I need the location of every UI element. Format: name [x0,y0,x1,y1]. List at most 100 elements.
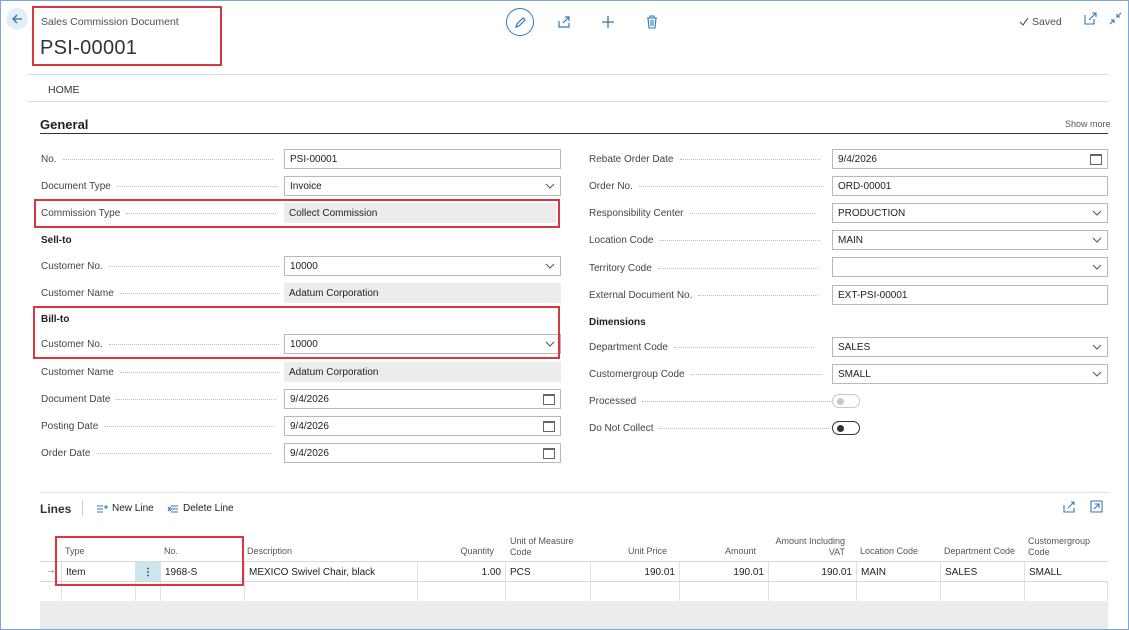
field-label-order-date: Order Date [41,448,272,459]
share-button[interactable] [550,8,578,36]
expand-icon[interactable] [1090,500,1103,513]
check-icon [1019,17,1029,26]
do-not-collect-toggle[interactable] [832,421,860,435]
location-code-select[interactable]: MAIN [832,230,1108,250]
lines-title: Lines [40,502,72,516]
col-location-code[interactable]: Location Code [860,546,918,557]
col-uom-line1: Unit of Measure [510,536,574,546]
field-label-sell-customer-name: Customer Name [41,288,280,299]
order-date-value: 9/4/2026 [290,447,329,459]
window-controls [1084,12,1122,25]
cell-description[interactable]: MEXICO Swivel Chair, black [244,562,417,582]
document-type-select[interactable]: Invoice [284,176,561,196]
calendar-icon[interactable] [543,393,555,405]
empty-cell[interactable] [417,582,505,602]
open-new-window-icon[interactable] [1084,12,1097,25]
col-unit-price[interactable]: Unit Price [595,546,667,557]
field-label-document-date: Document Date [41,394,277,405]
calendar-icon[interactable] [543,447,555,459]
dimensions-heading: Dimensions [589,317,646,328]
cell-department-code[interactable]: SALES [940,562,1024,582]
order-no-field[interactable]: ORD-00001 [832,176,1108,196]
document-date-field[interactable]: 9/4/2026 [284,389,561,409]
rebate-order-date-field[interactable]: 9/4/2026 [832,149,1108,169]
field-label-location-code: Location Code [589,235,820,246]
delete-line-icon [167,504,178,513]
field-label-do-not-collect: Do Not Collect [589,423,830,434]
empty-cell[interactable] [590,582,679,602]
cell-unit-price[interactable]: 190.01 [590,562,679,582]
section-title-general: General [40,117,89,132]
col-department-code[interactable]: Department Code [944,546,1015,557]
section-divider [40,133,1108,134]
chevron-down-icon [1092,371,1102,377]
cell-location-code[interactable]: MAIN [856,562,940,582]
empty-cell[interactable] [940,582,1024,602]
highlight-box-title [32,6,222,66]
cell-amount[interactable]: 190.01 [679,562,768,582]
cell-amount-incl-vat[interactable]: 190.01 [768,562,856,582]
customergroup-code-select[interactable]: SMALL [832,364,1108,384]
col-description[interactable]: Description [247,546,292,557]
share-icon[interactable] [1063,500,1076,513]
sell-to-customer-name-field: Adatum Corporation [284,283,561,303]
posting-date-field[interactable]: 9/4/2026 [284,416,561,436]
delete-line-button[interactable]: Delete Line [167,503,234,514]
location-code-value: MAIN [838,234,863,246]
back-button[interactable] [6,8,28,30]
territory-code-select[interactable] [832,257,1108,277]
new-line-label: New Line [112,503,154,514]
chevron-down-icon [1092,210,1102,216]
customergroup-code-value: SMALL [838,368,871,380]
no-value: PSI-00001 [290,153,338,165]
col-amount-incl-vat-line2: VAT [828,547,845,557]
col-amount-incl-vat-line1: Amount Including [775,536,845,546]
empty-cell[interactable] [856,582,940,602]
chevron-down-icon [545,183,555,189]
calendar-icon[interactable] [1090,153,1102,165]
empty-cell[interactable] [1024,582,1108,602]
responsibility-center-value: PRODUCTION [838,207,906,219]
header-divider [28,74,1109,75]
new-button[interactable] [594,8,622,36]
bill-to-customer-name-field: Adatum Corporation [284,362,561,382]
external-document-no-field[interactable]: EXT-PSI-00001 [832,285,1108,305]
field-label-sell-customer-no: Customer No. [41,261,279,272]
field-label-order-no: Order No. [589,181,824,192]
collapse-icon[interactable] [1109,12,1122,25]
responsibility-center-select[interactable]: PRODUCTION [832,203,1108,223]
highlight-box-bill-to [33,306,560,359]
empty-cell[interactable] [768,582,856,602]
saved-label: Saved [1032,16,1062,28]
cell-quantity[interactable]: 1.00 [417,562,505,582]
tab-divider [28,101,1109,102]
cell-uom[interactable]: PCS [505,562,590,582]
col-amount[interactable]: Amount [684,546,756,557]
toggle-knob [837,398,844,405]
empty-cell[interactable] [244,582,417,602]
no-field[interactable]: PSI-00001 [284,149,561,169]
calendar-icon[interactable] [543,420,555,432]
show-more-link[interactable]: Show more [1065,119,1111,129]
col-customergroup-code[interactable]: Customergroup Code [1028,536,1090,558]
new-line-button[interactable]: New Line [96,503,154,514]
document-date-value: 9/4/2026 [290,393,329,405]
sell-to-customer-no-select[interactable]: 10000 [284,256,561,276]
col-uom[interactable]: Unit of Measure Code [510,536,574,558]
cell-customergroup-code[interactable]: SMALL [1024,562,1108,582]
department-code-select[interactable]: SALES [832,337,1108,357]
col-amount-incl-vat[interactable]: Amount Including VAT [760,536,845,558]
empty-cell[interactable] [505,582,590,602]
order-date-field[interactable]: 9/4/2026 [284,443,561,463]
delete-button[interactable] [638,8,666,36]
col-quantity[interactable]: Quantity [440,546,494,557]
field-label-department-code: Department Code [589,342,814,353]
plus-icon [602,16,614,28]
empty-cell[interactable] [679,582,768,602]
processed-toggle[interactable] [832,394,860,408]
highlight-box-commission-type [34,199,560,228]
arrow-left-icon [12,14,22,24]
tab-home[interactable]: HOME [48,84,80,96]
edit-button[interactable] [506,8,534,36]
delete-line-label: Delete Line [183,503,234,514]
